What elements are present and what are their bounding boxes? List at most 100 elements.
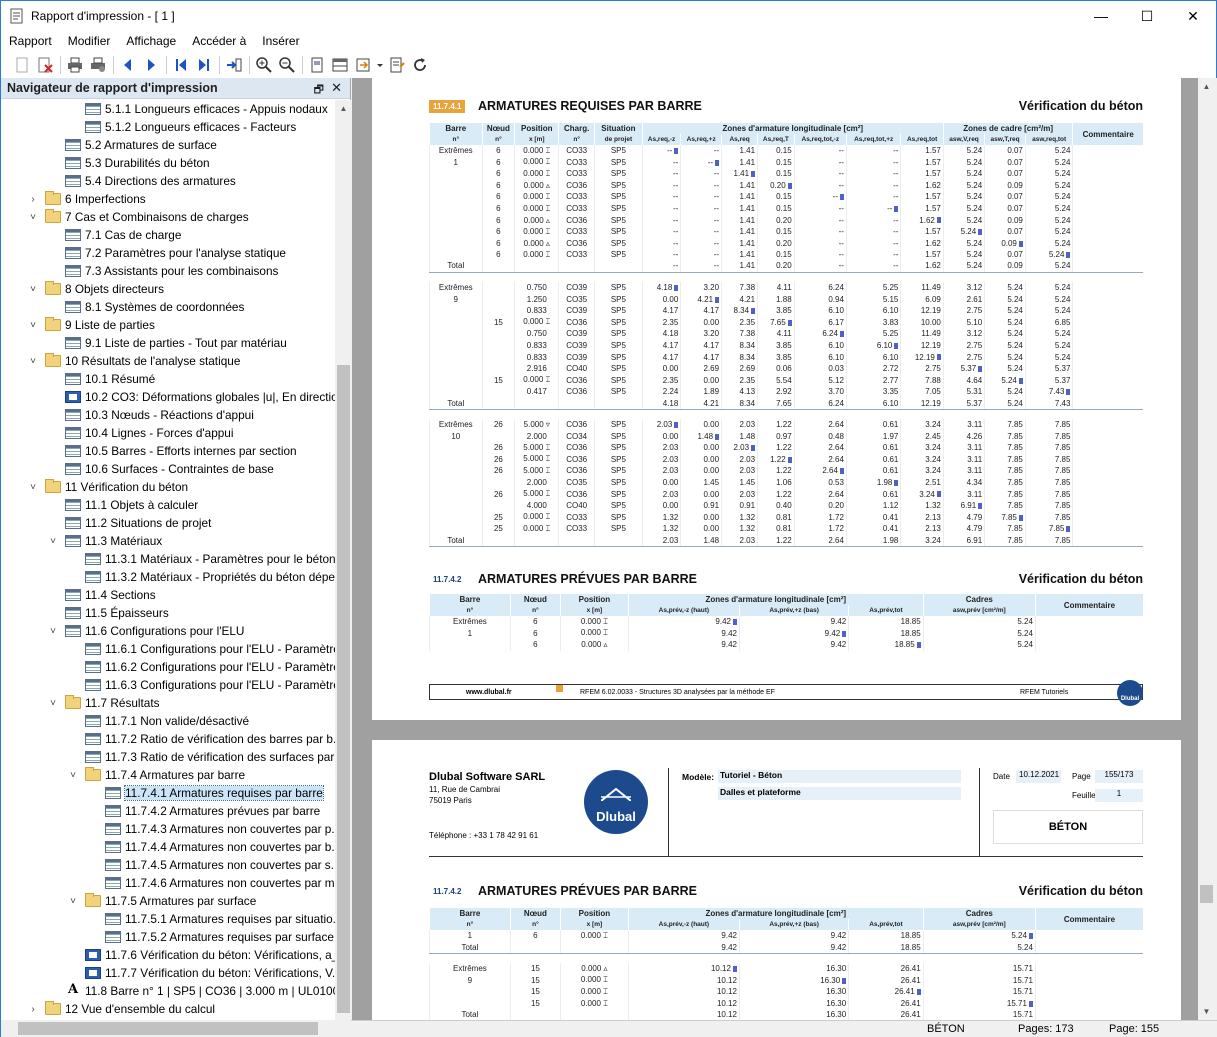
navigator-item[interactable]: 10.1 Résumé — [65, 370, 155, 388]
first-page-button[interactable] — [170, 54, 192, 76]
table-view-button[interactable] — [329, 54, 351, 76]
navigator-item[interactable]: 7.1 Cas de charge — [65, 226, 181, 244]
navigator-item[interactable]: A 11.8 Barre n° 1 | SP5 | CO36 | 3.000 m … — [65, 982, 335, 1000]
navigator-item[interactable]: 11.7.4 Armatures par barre — [85, 766, 245, 784]
delete-report-button[interactable] — [34, 54, 56, 76]
navigator-item[interactable]: 11.6.2 Configurations pour l'ELU - Param… — [85, 658, 335, 676]
navigator-item[interactable]: 11.7.4.3 Armatures non couvertes par p..… — [105, 820, 335, 838]
goto-page-button[interactable] — [223, 54, 245, 76]
navigator-item[interactable]: 11.3.2 Matériaux - Propriétés du béton d… — [85, 568, 335, 586]
navigator-item[interactable]: 11.6.3 Configurations pour l'ELU - Param… — [85, 676, 335, 694]
navigator-item[interactable]: 12 Vue d'ensemble du calcul — [45, 1000, 215, 1018]
navigator-item[interactable]: 11.7.4.5 Armatures non couvertes par s..… — [105, 856, 335, 874]
navigator-item[interactable]: 11.6.1 Configurations pour l'ELU - Param… — [85, 640, 335, 658]
navigator-item[interactable]: 11.6 Configurations pour l'ELU — [65, 622, 244, 640]
navigator-item[interactable]: 11.1 Objets à calculer — [65, 496, 198, 514]
navigator-item[interactable]: 11.7.1 Non valide/désactivé — [85, 712, 249, 730]
navigator-item[interactable]: 11.5 Épaisseurs — [65, 604, 169, 622]
navigator-item[interactable]: 11.7.6 Vérification du béton: Vérificati… — [85, 946, 335, 964]
expand-toggle-icon[interactable]: ˅ — [68, 770, 78, 781]
expand-toggle-icon[interactable]: ˅ — [48, 698, 58, 709]
navigator-item[interactable]: 5.1.2 Longueurs efficaces - Facteurs — [85, 118, 296, 136]
navigator-item[interactable]: 7 Cas et Combinaisons de charges — [45, 208, 249, 226]
navigator-item[interactable]: 6 Imperfections — [45, 190, 146, 208]
scroll-up-arrow[interactable]: ▲ — [335, 100, 352, 117]
navigator-item[interactable]: 11.7.5.1 Armatures requises par situatio… — [105, 910, 335, 928]
navigator-item[interactable]: 7.2 Paramètres pour l'analyse statique — [65, 244, 286, 262]
scroll-down-arrow[interactable]: ▼ — [1198, 1003, 1215, 1020]
navigator-item[interactable]: 10.3 Nœuds - Réactions d'appui — [65, 406, 254, 424]
print-button[interactable] — [64, 54, 86, 76]
navigator-item[interactable]: 11.7.4.6 Armatures non couvertes par m..… — [105, 874, 335, 892]
navigator-item[interactable]: 8 Objets directeurs — [45, 280, 164, 298]
menu-rapport[interactable]: Rapport — [1, 34, 60, 48]
navigator-item[interactable]: 11.2 Situations de projet — [65, 514, 211, 532]
navigator-scroll-thumb[interactable] — [337, 365, 350, 1013]
navigator-item[interactable]: 10.6 Surfaces - Contraintes de base — [65, 460, 274, 478]
navigator-item[interactable]: 11 Vérification du béton — [45, 478, 188, 496]
document-scroll-thumb[interactable] — [1200, 885, 1213, 903]
navigator-item[interactable]: 9 Liste de parties — [45, 316, 155, 334]
last-page-button[interactable] — [193, 54, 215, 76]
previous-page-button[interactable] — [117, 54, 139, 76]
navigator-hscrollbar[interactable] — [0, 1020, 351, 1037]
navigator-item[interactable]: 11.3 Matériaux — [65, 532, 162, 550]
navigator-item[interactable]: 11.3.1 Matériaux - Paramètres pour le bé… — [85, 550, 335, 568]
navigator-item[interactable]: 11.7.7 Vérification du béton: Vérificati… — [85, 964, 335, 982]
navigator-item[interactable]: 11.7.5.2 Armatures requises par surface — [105, 928, 334, 946]
navigator-item[interactable]: 5.3 Durabilités du béton — [65, 154, 210, 172]
navigator-scrollbar[interactable]: ▲ — [335, 100, 352, 1020]
page-view-button[interactable] — [306, 54, 328, 76]
close-navigator-icon[interactable]: ✕ — [331, 80, 342, 96]
new-report-button[interactable] — [11, 54, 33, 76]
navigator-item[interactable]: 5.1.1 Longueurs efficaces - Appuis nodau… — [85, 100, 328, 118]
navigator-item[interactable]: 11.7 Résultats — [65, 694, 160, 712]
maximize-button[interactable]: ☐ — [1124, 1, 1170, 31]
navigator-item[interactable]: 7.3 Assistants pour les combinaisons — [65, 262, 278, 280]
print-setup-button[interactable] — [87, 54, 109, 76]
navigator-item[interactable]: 11.7.3 Ratio de vérification des surface… — [85, 748, 335, 766]
expand-toggle-icon[interactable]: ˅ — [48, 626, 58, 637]
navigator-item[interactable]: 11.7.2 Ratio de vérification des barres … — [85, 730, 335, 748]
expand-toggle-icon[interactable]: ˅ — [28, 320, 38, 331]
refresh-button[interactable] — [409, 54, 431, 76]
navigator-item[interactable]: 5.4 Directions des armatures — [65, 172, 236, 190]
menu-modifier[interactable]: Modifier — [60, 34, 119, 48]
menu-acceder[interactable]: Accéder à — [184, 34, 254, 48]
navigator-item[interactable]: 11.7.5 Armatures par surface — [85, 892, 256, 910]
minimize-button[interactable]: — — [1078, 1, 1124, 31]
navigator-item[interactable]: 11.7.4.2 Armatures prévues par barre — [105, 802, 320, 820]
expand-toggle-icon[interactable]: ˅ — [68, 896, 78, 907]
scroll-up-arrow[interactable]: ▲ — [1198, 78, 1215, 95]
navigator-item[interactable]: 11.7.4.4 Armatures non couvertes par b..… — [105, 838, 335, 856]
navigator-item[interactable]: 11.4 Sections — [65, 586, 156, 604]
menu-inserer[interactable]: Insérer — [254, 34, 307, 48]
float-icon[interactable]: 🗗 — [314, 81, 324, 100]
expand-toggle-icon[interactable]: › — [28, 1004, 38, 1015]
expand-toggle-icon[interactable]: ˅ — [28, 212, 38, 223]
menu-affichage[interactable]: Affichage — [118, 34, 184, 48]
navigator-item[interactable]: 9.1 Liste de parties - Tout par matériau — [65, 334, 287, 352]
export-dropdown[interactable] — [375, 54, 385, 76]
navigator-item[interactable]: 5.2 Armatures de surface — [65, 136, 217, 154]
expand-toggle-icon[interactable]: › — [28, 194, 38, 205]
expand-toggle-icon[interactable]: ˅ — [28, 284, 38, 295]
navigator-hscroll-thumb[interactable] — [18, 1022, 318, 1035]
navigator-item[interactable]: 8.1 Systèmes de coordonnées — [65, 298, 244, 316]
expand-toggle-icon[interactable]: ˅ — [28, 356, 38, 367]
navigator-item[interactable]: 10.4 Lignes - Forces d'appui — [65, 424, 234, 442]
navigator-item[interactable]: 10.2 CO3: Déformations globales |u|, En … — [65, 388, 335, 406]
next-page-button[interactable] — [140, 54, 162, 76]
expand-toggle-icon[interactable]: ˅ — [28, 482, 38, 493]
navigator-item[interactable]: 10.5 Barres - Efforts internes par secti… — [65, 442, 297, 460]
navigator-item[interactable]: 10 Résultats de l'analyse statique — [45, 352, 240, 370]
properties-button[interactable] — [386, 54, 408, 76]
zoom-in-button[interactable] — [253, 54, 275, 76]
close-button[interactable]: ✕ — [1170, 1, 1216, 31]
document-scrollbar[interactable]: ▲ ▼ — [1198, 78, 1215, 1020]
table-cell: 5.24 — [984, 385, 1026, 398]
zoom-out-button[interactable] — [276, 54, 298, 76]
expand-toggle-icon[interactable]: ˅ — [48, 536, 58, 547]
export-button[interactable] — [352, 54, 374, 76]
navigator-item[interactable]: 11.7.4.1 Armatures requises par barre — [105, 784, 324, 802]
